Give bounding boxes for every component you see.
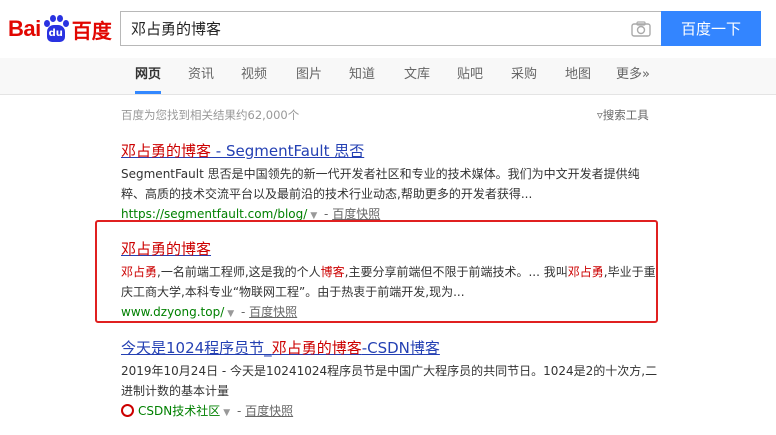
snapshot-link[interactable]: 百度快照 <box>332 207 380 221</box>
result-abstract: 2019年10月24日 - 今天是10241024程序员节是中国广大程序员的共同… <box>121 364 658 398</box>
result-abstract: SegmentFault 思否是中国领先的新一代开发者社区和专业的技术媒体。我们… <box>121 167 640 201</box>
paw-icon: du <box>42 15 69 43</box>
tab-web[interactable]: 网页 <box>135 58 162 94</box>
logo-text-bai: Bai <box>8 16 41 41</box>
tab-caigou[interactable]: 采购 <box>511 58 537 94</box>
snapshot-link[interactable]: 百度快照 <box>245 404 293 418</box>
search-result: 邓占勇的博客 - SegmentFault 思否 SegmentFault 思否… <box>121 141 661 226</box>
tab-news[interactable]: 资讯 <box>188 58 214 94</box>
result-count: 百度为您找到相关结果约62,000个 <box>121 108 300 122</box>
tab-zhidao[interactable]: 知道 <box>349 58 375 94</box>
tab-more[interactable]: 更多» <box>616 58 650 94</box>
tab-images[interactable]: 图片 <box>296 58 322 94</box>
tab-map[interactable]: 地图 <box>565 58 591 94</box>
search-box <box>120 11 661 46</box>
nav-tabs: 网页 资讯 视频 图片 知道 文库 贴吧 采购 地图 更多» <box>0 58 776 95</box>
search-result: 今天是1024程序员节_邓占勇的博客-CSDN博客 2019年10月24日 - … <box>121 338 661 423</box>
result-title-link[interactable]: 今天是1024程序员节_邓占勇的博客-CSDN博客 <box>121 338 661 358</box>
camera-icon[interactable] <box>631 21 651 37</box>
annotation-highlight-box <box>95 220 658 323</box>
tab-tieba[interactable]: 贴吧 <box>457 58 483 94</box>
search-tools-label: 搜索工具 <box>602 108 649 122</box>
result-source-link[interactable]: CSDN技术社区 <box>138 404 220 418</box>
tab-video[interactable]: 视频 <box>241 58 267 94</box>
result-url: CSDN技术社区 ▼ - 百度快照 <box>121 401 661 423</box>
result-title-link[interactable]: 邓占勇的博客 - SegmentFault 思否 <box>121 141 661 161</box>
header: Bai du 百度 百度一下 <box>0 0 776 58</box>
tab-wenku[interactable]: 文库 <box>404 58 430 94</box>
logo-text-cn: 百度 <box>71 18 112 43</box>
baidu-logo[interactable]: Bai du 百度 <box>8 14 112 44</box>
search-tools[interactable]: ▿搜索工具 <box>597 107 649 123</box>
result-url-link[interactable]: https://segmentfault.com/blog/ <box>121 207 307 221</box>
search-input[interactable] <box>131 12 621 45</box>
dropdown-arrow-icon[interactable]: ▼ <box>223 408 230 418</box>
csdn-logo-icon <box>121 404 134 417</box>
search-button[interactable]: 百度一下 <box>661 11 761 46</box>
